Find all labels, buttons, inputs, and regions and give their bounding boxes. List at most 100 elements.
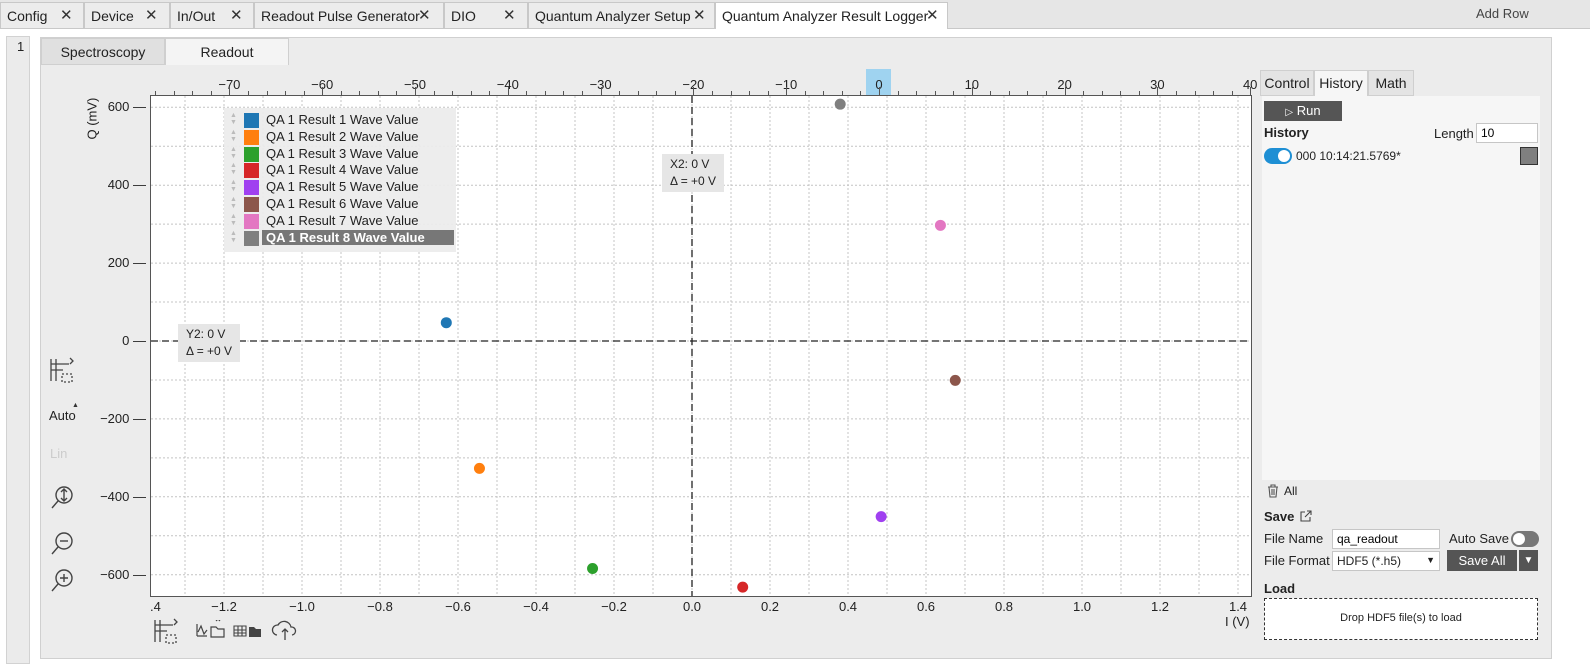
cloud-upload-icon[interactable] <box>271 620 299 642</box>
length-input[interactable] <box>1476 123 1538 143</box>
legend-item[interactable]: ▲ ▼ QA 1 Result 3 Wave Value <box>224 146 456 163</box>
data-point-8[interactable] <box>834 98 846 110</box>
add-row-button[interactable]: Add Row <box>1476 6 1529 21</box>
tick-mark <box>600 87 602 95</box>
drop-zone[interactable]: Drop HDF5 file(s) to load <box>1264 598 1538 640</box>
x-tick-label: 1.2 <box>1150 599 1170 614</box>
tab-math[interactable]: Math <box>1368 70 1414 96</box>
history-entry-label[interactable]: 000 10:14:21.5769* <box>1296 149 1401 163</box>
file-name-input[interactable] <box>1332 529 1440 549</box>
reorder-arrows-icon[interactable]: ▲ ▼ <box>230 230 237 244</box>
legend-item[interactable]: ▲ ▼ QA 1 Result 8 Wave Value <box>224 229 456 247</box>
legend-item[interactable]: ▲ ▼ QA 1 Result 2 Wave Value <box>224 129 456 146</box>
reorder-arrows-icon[interactable]: ▲ ▼ <box>230 129 237 143</box>
save-all-button[interactable]: Save All <box>1447 550 1517 571</box>
reorder-arrows-icon[interactable]: ▲ ▼ <box>230 162 237 176</box>
reorder-arrows-icon[interactable]: ▲ ▼ <box>230 179 237 193</box>
drop-hint: Drop HDF5 file(s) to load <box>1340 612 1462 624</box>
legend-item[interactable]: ▲ ▼ QA 1 Result 5 Wave Value <box>224 179 456 196</box>
data-point-2[interactable] <box>473 462 485 474</box>
cursor-grid-icon[interactable] <box>48 356 78 384</box>
history-entry-toggle[interactable] <box>1264 148 1292 164</box>
y-axis-title: Q (mV) <box>72 98 112 140</box>
close-icon[interactable]: ✕ <box>926 6 939 24</box>
tab-readout-pulse-generator[interactable]: Readout Pulse Generator ✕ <box>254 2 444 28</box>
data-point-1[interactable] <box>440 317 452 329</box>
zoom-out-icon[interactable] <box>50 530 76 558</box>
tick-mark <box>322 87 324 95</box>
x-tick-label: −0.8 <box>367 599 393 614</box>
tab-label: DIO <box>451 8 476 24</box>
file-format-value: HDF5 (*.h5) <box>1337 554 1402 568</box>
tab-control[interactable]: Control <box>1260 70 1314 96</box>
close-icon[interactable]: ✕ <box>60 6 73 24</box>
close-icon[interactable]: ✕ <box>418 6 431 24</box>
cursor-y-value: Y2: 0 V <box>186 327 226 341</box>
external-link-icon[interactable] <box>1300 510 1312 522</box>
file-name-label: File Name <box>1264 531 1324 546</box>
legend-label: QA 1 Result 5 Wave Value <box>266 179 419 195</box>
history-entry-color-swatch[interactable] <box>1520 147 1538 165</box>
reorder-arrows-icon[interactable]: ▲ ▼ <box>230 213 237 227</box>
tab-device[interactable]: Device ✕ <box>84 2 170 28</box>
legend-swatch <box>244 230 259 246</box>
lin-scale-button[interactable]: Lin <box>50 446 67 461</box>
close-icon[interactable]: ✕ <box>503 6 516 24</box>
length-label: Length <box>1434 126 1474 141</box>
data-point-5[interactable] <box>875 511 887 523</box>
zoom-in-icon[interactable] <box>50 567 76 595</box>
tab-dio[interactable]: DIO ✕ <box>444 2 528 28</box>
tab-label: Device <box>91 8 134 24</box>
y-tick-label: 600 — <box>107 99 146 115</box>
legend-label: QA 1 Result 7 Wave Value <box>266 212 419 228</box>
tab-label: Quantum Analyzer Result Logger <box>722 8 929 24</box>
table-folder-icon[interactable] <box>233 622 263 640</box>
legend-item[interactable]: ▲ ▼ QA 1 Result 1 Wave Value <box>224 112 456 129</box>
legend-item[interactable]: ▲ ▼ QA 1 Result 7 Wave Value <box>224 213 456 230</box>
reorder-arrows-icon[interactable]: ▲ ▼ <box>230 196 237 210</box>
tab-label: Spectroscopy <box>60 44 146 60</box>
close-icon[interactable]: ✕ <box>693 6 706 24</box>
x-tick-label: 1.0 <box>1072 599 1092 614</box>
cursor-grid-bottom-icon[interactable] <box>152 617 182 645</box>
legend-swatch <box>244 180 259 196</box>
tab-config[interactable]: Config ✕ <box>0 2 84 28</box>
legend-item[interactable]: ▲ ▼ QA 1 Result 4 Wave Value <box>224 162 456 179</box>
waveform-folder-icon[interactable] <box>196 618 226 640</box>
file-format-select[interactable]: HDF5 (*.h5) ▼ <box>1332 551 1440 571</box>
run-button[interactable]: ▷ Run <box>1264 101 1342 121</box>
auto-save-toggle[interactable] <box>1511 531 1539 547</box>
tab-label: Control <box>1264 75 1310 91</box>
x-tick-label: 0.2 <box>760 599 780 614</box>
tab-history[interactable]: History <box>1314 70 1368 96</box>
clear-all-button[interactable]: All <box>1284 484 1297 498</box>
data-point-3[interactable] <box>587 562 599 574</box>
run-label: Run <box>1296 103 1321 118</box>
tab-in-out[interactable]: In/Out ✕ <box>170 2 254 28</box>
reorder-arrows-icon[interactable]: ▲ ▼ <box>230 112 237 126</box>
data-point-4[interactable] <box>737 581 749 593</box>
save-options-dropdown[interactable]: ▼ <box>1519 550 1538 571</box>
auto-scale-button[interactable]: Auto <box>49 408 76 423</box>
tab-quantum-analyzer-setup[interactable]: Quantum Analyzer Setup ✕ <box>528 2 715 28</box>
close-icon[interactable]: ✕ <box>145 6 158 24</box>
legend-label: QA 1 Result 2 Wave Value <box>266 128 419 144</box>
cursor-x-readout: X2: 0 V Δ = +0 V <box>662 154 725 192</box>
zoom-fit-icon[interactable] <box>50 484 76 512</box>
data-point-7[interactable] <box>934 219 946 231</box>
x-tick-label: 0.8 <box>994 599 1014 614</box>
legend-item[interactable]: ▲ ▼ QA 1 Result 6 Wave Value <box>224 196 456 213</box>
legend-label: QA 1 Result 6 Wave Value <box>266 196 419 211</box>
tick-mark <box>879 87 880 95</box>
close-icon[interactable]: ✕ <box>230 6 243 24</box>
data-point-6[interactable] <box>949 374 961 386</box>
y-tick-label: 400 — <box>107 177 146 193</box>
reorder-arrows-icon[interactable]: ▲ ▼ <box>230 146 237 160</box>
tab-quantum-analyzer-result-logger[interactable]: Quantum Analyzer Result Logger ✕ <box>715 2 948 29</box>
legend-swatch <box>244 146 259 162</box>
tab-spectroscopy[interactable]: Spectroscopy <box>41 38 165 65</box>
trash-icon[interactable] <box>1266 484 1280 498</box>
tab-label: Readout Pulse Generator <box>261 8 420 24</box>
side-panel: Control History Math ▷ Run History Lengt… <box>1258 70 1548 655</box>
tab-readout[interactable]: Readout <box>165 38 289 65</box>
